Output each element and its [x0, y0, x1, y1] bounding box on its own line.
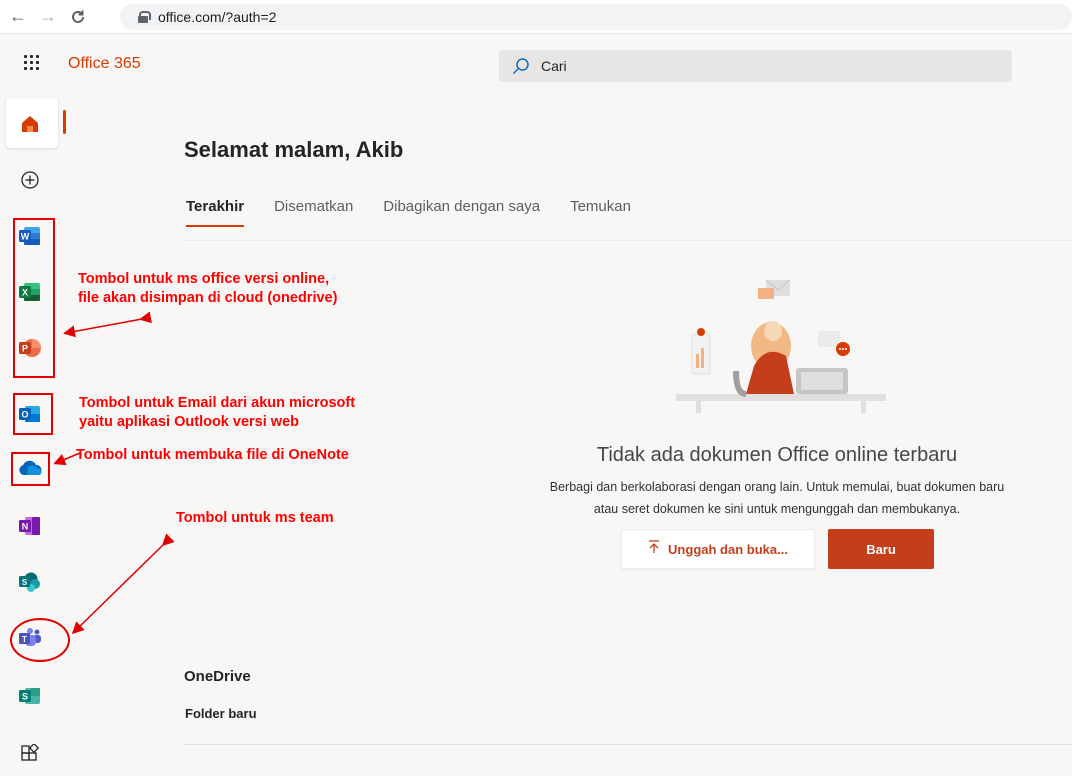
create-new-icon[interactable]	[12, 162, 48, 198]
onedrive-section-title: OneDrive	[184, 668, 251, 685]
app-header: Office 365 Cari	[0, 34, 1072, 92]
annotation-email: Tombol untuk Email dari akun microsoft y…	[79, 394, 355, 432]
browser-toolbar: ← → office.com/?auth=2	[0, 0, 1072, 34]
upload-and-open-button[interactable]: Unggah dan buka...	[621, 529, 815, 569]
lock-icon	[138, 11, 151, 23]
onenote-app-icon[interactable]: N	[12, 508, 48, 544]
new-folder-link[interactable]: Folder baru	[185, 706, 257, 721]
empty-state-title: Tidak ada dokumen Office online terbaru	[596, 444, 958, 466]
reload-icon[interactable]	[66, 5, 90, 29]
sway-app-icon[interactable]: S	[12, 678, 48, 714]
active-indicator	[63, 110, 66, 134]
upload-arrow-icon	[648, 540, 660, 558]
annotation-teams: Tombol untuk ms team	[176, 510, 334, 526]
annotation-arrows	[53, 311, 175, 635]
empty-state-description-line2: atau seret dokumen ke sini untuk mengung…	[593, 502, 961, 516]
all-apps-icon[interactable]	[12, 736, 48, 772]
search-input[interactable]: Cari	[499, 50, 1012, 82]
annotation-email-line1: Tombol untuk Email dari akun microsoft	[79, 395, 356, 411]
annotation-box-onedrive	[11, 452, 50, 486]
empty-state-description-line1: Berbagi dan berkolaborasi dengan orang l…	[549, 480, 1005, 494]
search-icon	[511, 56, 531, 76]
svg-text:N: N	[22, 522, 29, 532]
divider	[184, 240, 1072, 241]
brand-title[interactable]: Office 365	[68, 55, 141, 73]
url-text: office.com/?auth=2	[158, 9, 277, 25]
sharepoint-app-icon[interactable]: S	[12, 564, 48, 600]
search-placeholder: Cari	[541, 58, 567, 74]
svg-text:S: S	[22, 692, 28, 702]
back-arrow-icon[interactable]: ←	[6, 5, 30, 29]
divider	[184, 744, 1072, 745]
tab-recent[interactable]: Terakhir	[186, 198, 245, 227]
annotation-office-online: Tombol untuk ms office versi online, fil…	[78, 270, 337, 308]
address-bar[interactable]: office.com/?auth=2	[120, 4, 1072, 30]
page-title: Selamat malam, Akib	[184, 137, 404, 162]
tab-shared-with-me[interactable]: Dibagikan dengan saya	[383, 198, 540, 227]
forward-arrow-icon[interactable]: →	[36, 5, 60, 29]
annotation-onenote: Tombol untuk membuka file di OneNote	[76, 447, 349, 463]
annotation-office-online-line1: Tombol untuk ms office versi online,	[78, 271, 330, 287]
annotation-box-outlook	[13, 393, 53, 435]
annotation-office-online-line2: file akan disimpan di cloud (onedrive)	[78, 290, 338, 306]
annotation-box-office-apps	[13, 218, 55, 378]
tab-discover[interactable]: Temukan	[570, 198, 631, 227]
annotation-ellipse-teams	[10, 618, 70, 662]
new-button[interactable]: Baru	[828, 529, 934, 569]
upload-button-label: Unggah dan buka...	[668, 541, 788, 557]
app-launcher-icon[interactable]	[24, 55, 40, 71]
tab-bar: Terakhir Disematkan Dibagikan dengan say…	[186, 198, 661, 227]
empty-state-illustration	[676, 279, 886, 413]
home-icon[interactable]	[12, 106, 48, 142]
svg-text:S: S	[22, 578, 28, 587]
tab-pinned[interactable]: Disematkan	[274, 198, 353, 227]
empty-state-description: Berbagi dan berkolaborasi dengan orang l…	[488, 476, 1066, 520]
annotation-email-line2: yaitu aplikasi Outlook versi web	[79, 414, 299, 430]
